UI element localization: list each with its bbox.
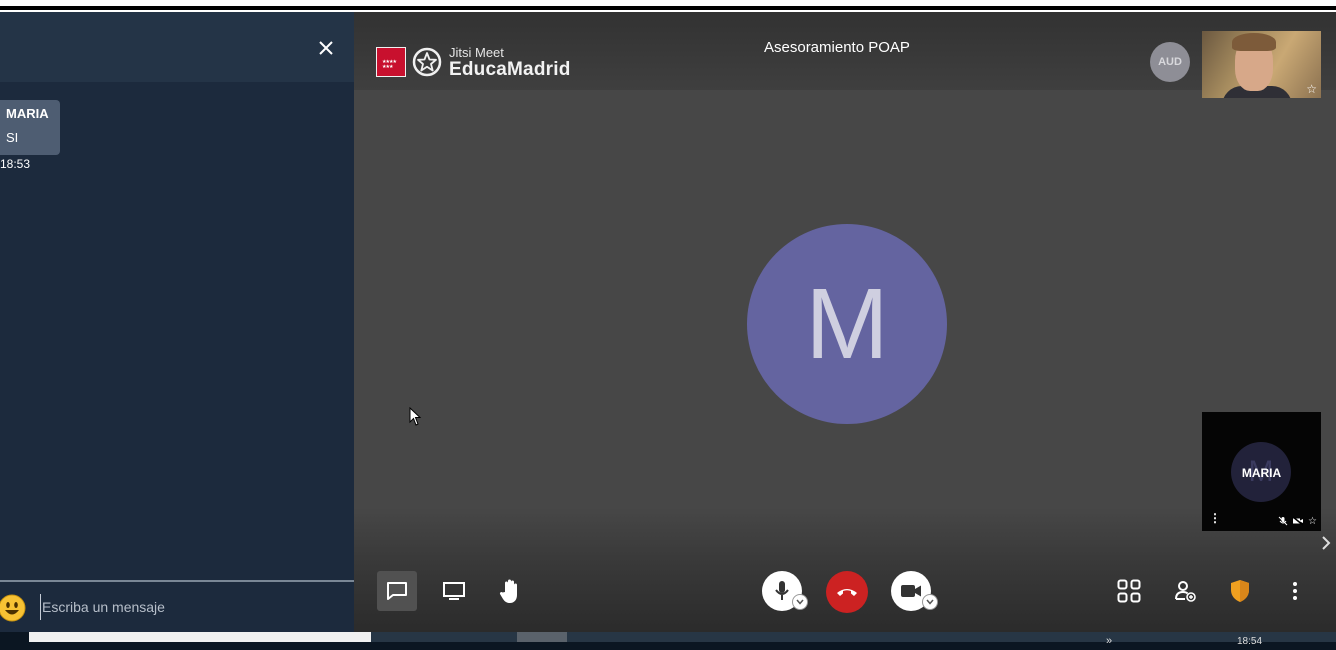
chat-panel: MARIA SI 18:53 bbox=[0, 12, 354, 632]
logo-educamadrid-text: EducaMadrid bbox=[449, 59, 571, 80]
star-icon: ☆ bbox=[1308, 516, 1317, 527]
os-taskbar: » 18:54 bbox=[0, 632, 1336, 650]
chat-header bbox=[0, 12, 354, 82]
hand-icon bbox=[499, 579, 517, 603]
add-user-icon bbox=[1175, 581, 1196, 602]
mic-muted-icon bbox=[1278, 516, 1288, 526]
taskbar-clock: 18:54 bbox=[1237, 636, 1263, 647]
more-vertical-icon bbox=[1293, 582, 1297, 600]
window-top-edge bbox=[0, 0, 1336, 12]
shield-icon bbox=[1231, 580, 1249, 602]
chat-message: MARIA SI bbox=[0, 100, 60, 155]
logo-jitsi-meet-text: Jitsi Meet bbox=[449, 45, 504, 60]
taskbar-window-strip[interactable] bbox=[29, 632, 371, 642]
hangup-button[interactable] bbox=[826, 571, 868, 613]
security-options-button[interactable] bbox=[1220, 571, 1260, 611]
chevron-right-icon[interactable] bbox=[1319, 534, 1333, 552]
more-actions-button[interactable] bbox=[1275, 571, 1315, 611]
chat-input-row bbox=[0, 582, 354, 632]
dominant-speaker-avatar: M bbox=[747, 224, 947, 424]
meeting-title: Asesoramiento POAP bbox=[764, 39, 910, 56]
jitsi-star-logo-icon bbox=[412, 47, 442, 77]
close-icon[interactable] bbox=[316, 38, 336, 58]
screen-share-icon bbox=[443, 582, 465, 600]
video-person-hair bbox=[1232, 33, 1276, 51]
phone-hangup-icon bbox=[837, 589, 857, 596]
taskbar-window-strip-active[interactable] bbox=[517, 632, 567, 642]
participant-thumbnail-maria[interactable]: M MARIA ⋮ ☆ bbox=[1202, 412, 1321, 531]
avatar-letter: M bbox=[805, 268, 889, 380]
thumbnail-menu-icon[interactable]: ⋮ bbox=[1209, 511, 1221, 525]
self-video-thumbnail[interactable]: ☆ bbox=[1202, 31, 1321, 98]
participant-avatar-aud[interactable]: AUD bbox=[1150, 42, 1190, 82]
taskbar-overflow-chevron-icon[interactable]: » bbox=[1106, 635, 1112, 647]
grid-icon bbox=[1117, 579, 1141, 603]
message-text: SI bbox=[6, 130, 19, 145]
smiley-emoji-icon[interactable] bbox=[0, 594, 26, 622]
camera-muted-icon bbox=[1292, 516, 1304, 526]
invite-people-button[interactable] bbox=[1165, 571, 1205, 611]
tile-view-button[interactable] bbox=[1109, 571, 1149, 611]
chat-message-input[interactable] bbox=[40, 594, 340, 620]
microphone-icon bbox=[775, 581, 789, 600]
thumbnail-name: MARIA bbox=[1241, 466, 1282, 480]
mouse-cursor-icon bbox=[409, 407, 422, 426]
chat-icon bbox=[387, 582, 407, 600]
chat-toggle-button[interactable] bbox=[377, 571, 417, 611]
taskbar-strip bbox=[371, 632, 1336, 642]
message-sender: MARIA bbox=[6, 106, 49, 121]
raise-hand-button[interactable] bbox=[490, 571, 530, 611]
video-camera-icon bbox=[901, 585, 921, 597]
madrid-flag-logo: ★★★★ ★★★ bbox=[376, 47, 406, 77]
star-icon: ☆ bbox=[1306, 82, 1317, 96]
conference-stage: ★★★★ ★★★ Jitsi Meet EducaMadrid Asesorami… bbox=[354, 12, 1336, 632]
mic-options-chevron-down-icon[interactable] bbox=[792, 594, 808, 610]
thumbnail-status-icons: ☆ bbox=[1278, 516, 1317, 527]
screen-share-button[interactable] bbox=[434, 571, 474, 611]
camera-options-chevron-down-icon[interactable] bbox=[922, 594, 938, 610]
message-timestamp: 18:53 bbox=[0, 157, 31, 171]
